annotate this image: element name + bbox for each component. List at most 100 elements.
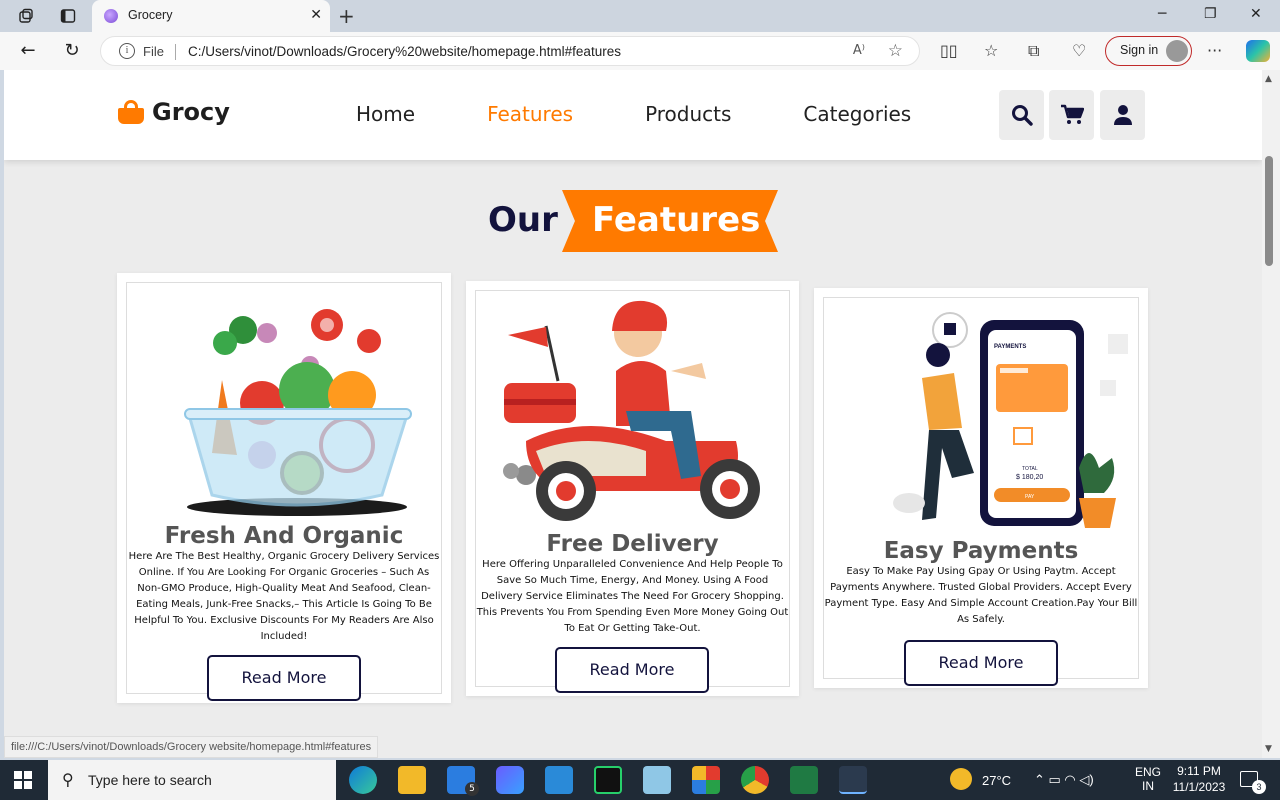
mobile-payment-illustration: PAYMENTS TOTAL $ 180,20 PAY xyxy=(893,312,1128,528)
notepad-app-icon[interactable] xyxy=(643,766,671,794)
feature-card-delivery: Free Delivery Here Offering Unparalleled… xyxy=(466,281,799,696)
weather-temp: 27°C xyxy=(982,773,1012,788)
site-header: Grocy Home Features Products Categories xyxy=(4,70,1262,160)
nav-link-products[interactable]: Products xyxy=(645,102,731,126)
address-separator xyxy=(175,44,176,60)
address-scheme: File xyxy=(143,44,164,59)
windows-app-icon[interactable] xyxy=(692,766,720,794)
tab-close-icon[interactable]: ✕ xyxy=(310,7,322,23)
heading-tag: Features xyxy=(562,190,778,252)
language-line1: ENG xyxy=(1134,765,1161,779)
search-button[interactable] xyxy=(999,90,1044,140)
browser-toolbar: ← ↻ i File C:/Users/vinot/Downloads/Groc… xyxy=(0,32,1280,70)
read-more-button-payments[interactable]: Read More xyxy=(904,640,1058,686)
address-bar[interactable]: i File C:/Users/vinot/Downloads/Grocery%… xyxy=(100,36,920,66)
chrome-app-icon[interactable] xyxy=(741,766,769,794)
account-button[interactable] xyxy=(1100,90,1145,140)
back-icon[interactable]: ← xyxy=(17,40,39,61)
read-more-button-fresh[interactable]: Read More xyxy=(207,655,361,701)
phone-pay-label: PAY xyxy=(1025,494,1035,500)
nav-link-features[interactable]: Features xyxy=(487,102,573,126)
clock-time: 9:11 PM xyxy=(1177,764,1221,778)
search-icon: ⚲ xyxy=(62,770,74,789)
window-close-icon[interactable]: ✕ xyxy=(1250,6,1262,22)
mail-badge: 5 xyxy=(465,782,479,796)
read-more-button-delivery[interactable]: Read More xyxy=(555,647,709,693)
store-app-icon[interactable] xyxy=(545,766,573,794)
notifications-button[interactable]: 3 xyxy=(1238,760,1268,800)
profile-avatar-icon xyxy=(1166,40,1188,62)
cart-icon xyxy=(1060,104,1084,124)
scroll-down-icon[interactable]: ▼ xyxy=(1265,744,1272,754)
card-text: Easy To Make Pay Using Gpay Or Using Pay… xyxy=(824,566,1138,625)
info-icon[interactable]: i xyxy=(119,43,135,59)
clock[interactable]: 9:11 PM 11/1/2023 xyxy=(1168,760,1230,800)
copilot-taskbar-icon[interactable] xyxy=(496,766,524,794)
nav-link-categories[interactable]: Categories xyxy=(803,102,911,126)
heading-features: Features xyxy=(592,200,761,240)
sign-in-label: Sign in xyxy=(1120,43,1159,57)
favorites-icon[interactable]: ☆ xyxy=(984,41,998,60)
site-favicon-icon xyxy=(104,9,118,23)
feature-card-fresh: Fresh And Organic Here Are The Best Heal… xyxy=(117,273,451,703)
scooter-delivery-illustration xyxy=(503,300,760,521)
minimize-icon[interactable]: ─ xyxy=(1158,6,1166,22)
logo-text: Grocy xyxy=(152,98,230,126)
favorite-star-icon[interactable]: ☆ xyxy=(888,41,903,61)
language-line2: IN xyxy=(1142,779,1154,793)
weather-widget[interactable]: 27°C xyxy=(950,760,1020,800)
scroll-up-icon[interactable]: ▲ xyxy=(1265,74,1272,84)
language-indicator[interactable]: ENG IN xyxy=(1133,760,1163,800)
site-logo[interactable]: Grocy xyxy=(116,98,230,126)
pycharm-app-icon[interactable] xyxy=(594,766,622,794)
clock-date: 11/1/2023 xyxy=(1172,780,1226,794)
edge-app-icon[interactable] xyxy=(349,766,377,794)
cart-button[interactable] xyxy=(1049,90,1094,140)
phone-total-value: $ 180,20 xyxy=(1016,474,1043,481)
new-tab-button[interactable]: + xyxy=(338,4,355,28)
file-explorer-icon[interactable] xyxy=(398,766,426,794)
copilot-icon[interactable] xyxy=(1246,40,1270,62)
windows-taskbar: ⚲ Type here to search 5 27°C ⌃ ▭ ◠ ◁) EN… xyxy=(0,760,1280,800)
phone-header: PAYMENTS xyxy=(994,344,1026,350)
browser-tab-strip: Grocery ✕ + ─ ❐ ✕ xyxy=(0,0,1280,32)
workspaces-icon[interactable] xyxy=(17,7,35,25)
browser-tab[interactable]: Grocery ✕ xyxy=(92,0,330,32)
sign-in-button[interactable]: Sign in xyxy=(1105,36,1192,66)
browser-essentials-icon[interactable]: ♡ xyxy=(1072,41,1086,60)
nav-link-home[interactable]: Home xyxy=(356,102,415,126)
scrollbar-thumb[interactable] xyxy=(1265,156,1273,266)
collections-icon[interactable]: ⧉ xyxy=(1028,41,1039,61)
vegetable-bowl-illustration xyxy=(184,309,412,516)
user-icon xyxy=(1113,105,1132,125)
mail-app-icon[interactable]: 5 xyxy=(447,766,479,796)
weather-icon xyxy=(950,768,972,790)
tray-icons[interactable]: ⌃ ▭ ◠ ◁) xyxy=(1034,772,1094,800)
phone-total-label: TOTAL xyxy=(1022,466,1038,472)
excel-app-icon[interactable] xyxy=(790,766,818,794)
active-app-icon[interactable] xyxy=(839,766,867,794)
refresh-icon[interactable]: ↻ xyxy=(61,40,83,61)
read-aloud-icon[interactable]: A⁾ xyxy=(853,43,865,58)
tab-title: Grocery xyxy=(128,8,173,22)
card-title: Fresh And Organic xyxy=(164,523,404,549)
card-text: Here Are The Best Healthy, Organic Groce… xyxy=(128,551,440,642)
more-options-icon[interactable]: ··· xyxy=(1207,41,1222,60)
status-bar-url: file:///C:/Users/vinot/Downloads/Grocery… xyxy=(4,736,379,758)
heading-our: Our xyxy=(488,200,558,240)
restore-icon[interactable]: ❐ xyxy=(1204,6,1217,22)
tab-actions-icon[interactable] xyxy=(59,7,77,25)
notification-count: 3 xyxy=(1252,780,1266,794)
split-screen-icon[interactable]: ▯▯ xyxy=(940,41,958,60)
windows-start-icon[interactable] xyxy=(14,771,32,789)
page-scrollbar[interactable]: ▲ ▼ xyxy=(1262,70,1280,758)
card-title: Free Delivery xyxy=(546,531,719,557)
card-text: Here Offering Unparalleled Convenience A… xyxy=(476,559,789,634)
taskbar-search[interactable]: ⚲ Type here to search xyxy=(48,760,336,800)
basket-icon xyxy=(116,98,146,126)
card-title: Easy Payments xyxy=(883,538,1079,564)
page-viewport: Grocy Home Features Products Categories … xyxy=(4,70,1262,758)
taskbar-search-placeholder: Type here to search xyxy=(88,772,212,788)
address-url[interactable]: C:/Users/vinot/Downloads/Grocery%20websi… xyxy=(188,44,621,59)
search-icon xyxy=(1011,105,1033,126)
